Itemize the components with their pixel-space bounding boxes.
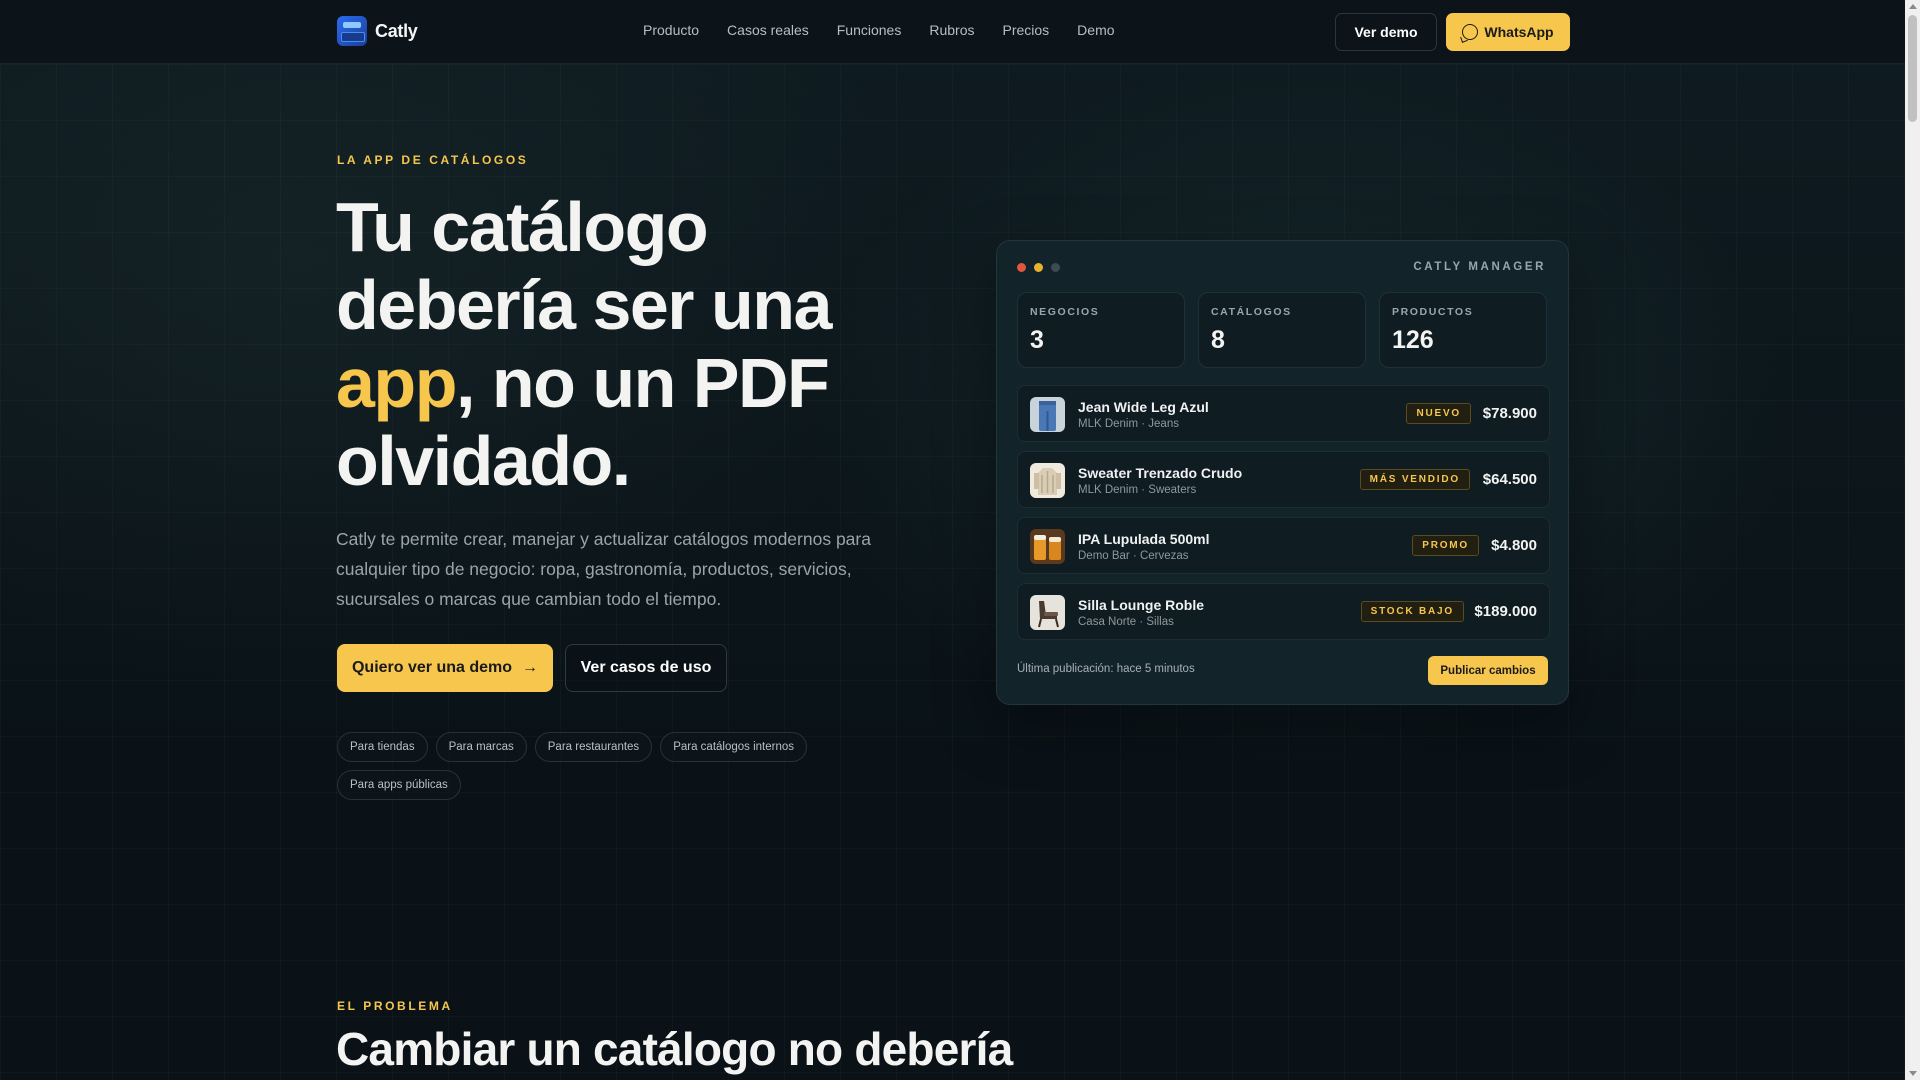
catly-logo-icon (337, 16, 367, 46)
quiero-ver-demo-button[interactable]: Quiero ver una demo → (337, 644, 553, 692)
item-name: Jean Wide Leg Azul (1078, 399, 1209, 415)
page-scrollbar[interactable] (1905, 0, 1920, 1080)
publicar-cambios-button[interactable]: Publicar cambios (1428, 656, 1548, 685)
status-badge: NUEVO (1406, 403, 1471, 424)
list-item[interactable]: IPA Lupulada 500ml Demo Bar · Cervezas P… (1017, 517, 1550, 574)
chair-thumbnail-icon (1030, 595, 1065, 630)
item-price: $64.500 (1482, 471, 1537, 488)
jeans-thumbnail-icon (1030, 397, 1065, 432)
status-badge: MÁS VENDIDO (1359, 469, 1470, 490)
item-price: $189.000 (1474, 603, 1537, 620)
stat-value: 126 (1392, 326, 1434, 354)
status-badge: STOCK BAJO (1360, 601, 1464, 622)
whatsapp-button[interactable]: WhatsApp (1446, 13, 1570, 51)
hero-title-accent: app (336, 344, 457, 422)
whatsapp-label: WhatsApp (1484, 24, 1554, 40)
chip-catalogos-internos[interactable]: Para catálogos internos (660, 732, 808, 762)
item-subtitle: MLK Denim · Sweaters (1078, 484, 1197, 496)
stat-label: PRODUCTOS (1392, 306, 1474, 318)
primary-cta-label: Quiero ver una demo (351, 659, 513, 676)
item-subtitle: Casa Norte · Sillas (1078, 616, 1174, 628)
item-price: $4.800 (1491, 537, 1537, 554)
list-item[interactable]: Jean Wide Leg Azul MLK Denim · Jeans NUE… (1017, 385, 1550, 442)
logo[interactable]: Catly (337, 16, 418, 46)
item-subtitle: Demo Bar · Cervezas (1078, 550, 1189, 562)
hero-title-part1: Tu catálogo debería ser una (336, 188, 832, 344)
chip-apps-publicas[interactable]: Para apps públicas (337, 770, 461, 800)
arrow-right-icon: → (522, 659, 539, 676)
stat-negocios: NEGOCIOS 3 (1017, 292, 1185, 368)
nav-casos-reales[interactable]: Casos reales (727, 22, 809, 38)
main-nav: Producto Casos reales Funciones Rubros P… (643, 22, 1115, 38)
logo-text: Catly (375, 20, 418, 41)
beer-thumbnail-icon (1030, 529, 1065, 564)
item-name: Sweater Trenzado Crudo (1078, 465, 1243, 481)
catly-manager-card: CATLY MANAGER NEGOCIOS 3 CATÁLOGOS 8 PRO… (996, 240, 1569, 705)
nav-precios[interactable]: Precios (1002, 22, 1049, 38)
hero-title: Tu catálogo debería ser una app, no un P… (336, 188, 956, 500)
item-name: Silla Lounge Roble (1078, 597, 1205, 613)
sweater-thumbnail-icon (1030, 463, 1065, 498)
nav-funciones[interactable]: Funciones (837, 22, 902, 38)
item-subtitle: MLK Denim · Jeans (1078, 418, 1179, 430)
stat-productos: PRODUCTOS 126 (1379, 292, 1547, 368)
nav-rubros[interactable]: Rubros (929, 22, 974, 38)
last-publication-text: Última publicación: hace 5 minutos (1017, 663, 1195, 675)
nav-demo[interactable]: Demo (1077, 22, 1114, 38)
hero-eyebrow: LA APP DE CATÁLOGOS (337, 153, 529, 167)
problem-eyebrow: EL PROBLEMA (337, 999, 453, 1013)
stat-label: NEGOCIOS (1030, 306, 1100, 318)
list-item[interactable]: Sweater Trenzado Crudo MLK Denim · Sweat… (1017, 451, 1550, 508)
chip-tiendas[interactable]: Para tiendas (337, 732, 428, 762)
item-name: IPA Lupulada 500ml (1078, 531, 1210, 547)
gray-dot-icon (1051, 263, 1060, 272)
nav-producto[interactable]: Producto (643, 22, 699, 38)
audience-chips: Para tiendas Para marcas Para restaurant… (337, 732, 857, 800)
scroll-down-icon[interactable] (1909, 1071, 1917, 1076)
chip-restaurantes[interactable]: Para restaurantes (534, 732, 653, 762)
product-list: Jean Wide Leg Azul MLK Denim · Jeans NUE… (1017, 385, 1550, 649)
window-dots (1017, 263, 1060, 272)
scroll-up-icon[interactable] (1909, 4, 1917, 9)
stat-value: 3 (1030, 326, 1044, 354)
whatsapp-icon (1462, 24, 1479, 40)
yellow-dot-icon (1034, 263, 1043, 272)
stat-label: CATÁLOGOS (1211, 306, 1292, 318)
ver-casos-de-uso-button[interactable]: Ver casos de uso (565, 644, 727, 692)
stats-row: NEGOCIOS 3 CATÁLOGOS 8 PRODUCTOS 126 (1017, 292, 1547, 368)
red-dot-icon (1017, 263, 1026, 272)
site-header: Catly Producto Casos reales Funciones Ru… (0, 0, 1905, 64)
list-item[interactable]: Silla Lounge Roble Casa Norte · Sillas S… (1017, 583, 1550, 640)
stat-catalogos: CATÁLOGOS 8 (1198, 292, 1366, 368)
problem-title: Cambiar un catálogo no debería (336, 1023, 1013, 1075)
scroll-thumb[interactable] (1908, 15, 1917, 122)
hero-description: Catly te permite crear, manejar y actual… (336, 529, 871, 609)
chip-marcas[interactable]: Para marcas (435, 732, 527, 762)
ver-demo-button[interactable]: Ver demo (1335, 13, 1437, 51)
stat-value: 8 (1211, 326, 1225, 354)
manager-title: CATLY MANAGER (1413, 261, 1546, 273)
item-price: $78.900 (1482, 405, 1537, 422)
status-badge: PROMO (1412, 535, 1479, 556)
